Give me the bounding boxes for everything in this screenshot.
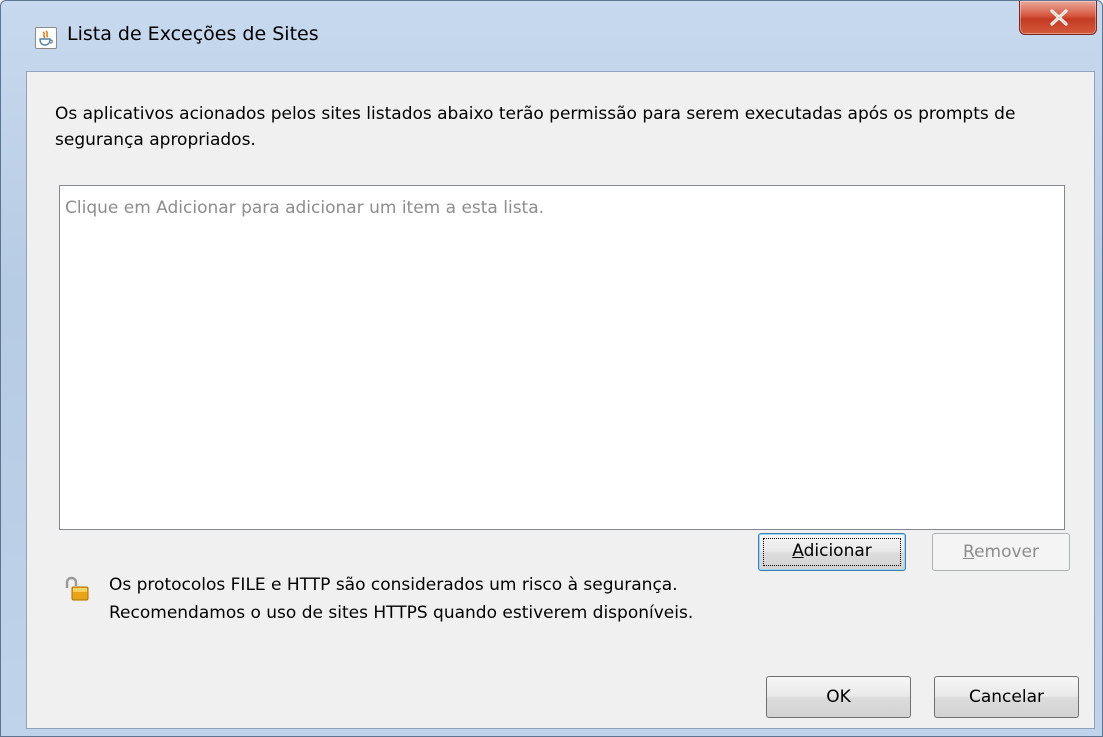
- close-button[interactable]: [1019, 1, 1097, 35]
- close-icon: [1050, 9, 1068, 26]
- dialog-content: Os aplicativos acionados pelos sites lis…: [26, 71, 1095, 729]
- title-bar[interactable]: Lista de Exceções de Sites: [1, 1, 1102, 71]
- remove-button[interactable]: Remover: [932, 533, 1070, 571]
- add-button[interactable]: Adicionar: [758, 533, 906, 571]
- site-list[interactable]: Clique em Adicionar para adicionar um it…: [59, 185, 1065, 530]
- unlocked-padlock-icon: [65, 576, 89, 601]
- warning-line-2: Recomendamos o uso de sites HTTPS quando…: [109, 603, 694, 623]
- ok-button-label: OK: [826, 687, 851, 707]
- remove-button-label: Remover: [963, 542, 1039, 562]
- window-title: Lista de Exceções de Sites: [67, 23, 319, 45]
- list-placeholder: Clique em Adicionar para adicionar um it…: [65, 198, 545, 218]
- ok-button[interactable]: OK: [766, 676, 911, 718]
- security-warning: Os protocolos FILE e HTTP são considerad…: [109, 571, 693, 627]
- cancel-button[interactable]: Cancelar: [934, 676, 1079, 718]
- description-text: Os aplicativos acionados pelos sites lis…: [55, 104, 1016, 150]
- add-button-label: Adicionar: [792, 541, 872, 561]
- java-icon: [35, 27, 57, 49]
- cancel-button-label: Cancelar: [969, 687, 1044, 707]
- warning-line-1: Os protocolos FILE e HTTP são considerad…: [109, 575, 678, 595]
- site-exception-list-dialog: Lista de Exceções de Sites Os aplicativo…: [0, 0, 1103, 737]
